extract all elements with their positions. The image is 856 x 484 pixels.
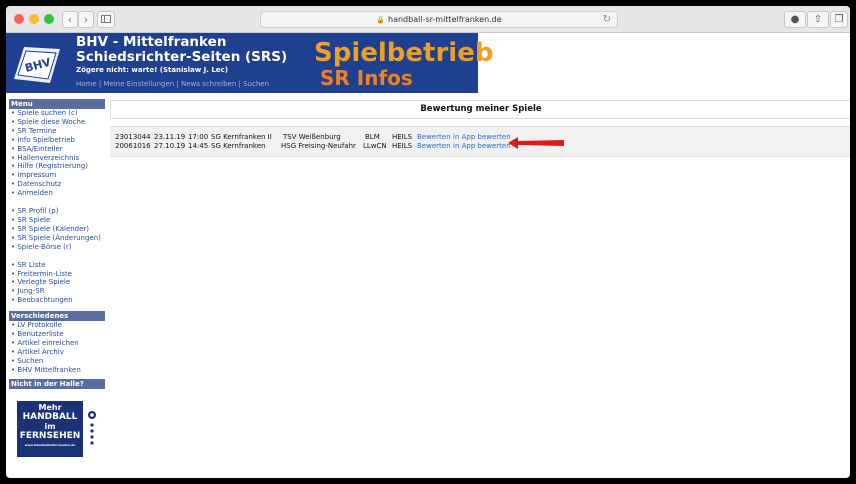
- sidebar-icon: [101, 15, 111, 23]
- promo-line3: im: [44, 421, 56, 431]
- tabs-button[interactable]: ❐: [830, 11, 848, 28]
- sidebar-item-spiele-boerse[interactable]: • Spiele-Börse (r): [9, 243, 105, 252]
- sidebar-item-verlegte-spiele[interactable]: • Verlegte Spiele: [9, 278, 105, 287]
- ball-icon: [88, 410, 96, 445]
- game-date: 27.10.19: [154, 142, 186, 150]
- sidebar-item-benutzerliste[interactable]: • Benutzerliste: [9, 330, 105, 339]
- site-title-line2: Schiedsrichter-Seiten (SRS): [76, 49, 288, 65]
- sidebar-item-artikel-archiv[interactable]: • Artikel Archiv: [9, 348, 105, 357]
- in-app-bewerten-link[interactable]: in App bewerten: [453, 142, 511, 151]
- share-button[interactable]: ⇧: [807, 11, 829, 28]
- nav-news-schreiben[interactable]: News schreiben: [181, 80, 236, 88]
- promo-line1: Mehr: [38, 402, 62, 412]
- tabs-icon: ❐: [834, 14, 844, 25]
- promo-line2: HANDBALL: [22, 411, 78, 422]
- sidebar-item-spiele-diese-woche[interactable]: • Spiele diese Woche: [9, 118, 105, 127]
- promo-box: Mehr HANDBALL im FERNSEHEN www.handballi…: [17, 400, 83, 457]
- sidebar-heading-promo: Nicht in der Halle?: [9, 378, 105, 389]
- sidebar-item-sr-spiele[interactable]: • SR Spiele: [9, 216, 105, 225]
- top-navigation: Home | Meine Einstellungen | News schrei…: [76, 80, 269, 88]
- sidebar-item-hallenverzeichnis[interactable]: • Hallenverzeichnis: [9, 154, 105, 163]
- download-icon: ●: [790, 14, 800, 25]
- back-button[interactable]: ‹: [62, 11, 78, 28]
- promo-line4: FERNSEHEN: [19, 430, 81, 441]
- sidebar-item-hilfe[interactable]: • Hilfe (Registrierung): [9, 162, 105, 171]
- header-banner: BHV BHV - Mittelfranken Schiedsrichter-S…: [6, 33, 493, 93]
- away-team: TSV Weißenburg: [283, 133, 341, 141]
- nav-separator: |: [176, 80, 179, 88]
- banner-sr-infos: SR Infos: [320, 66, 413, 90]
- minimize-window-button[interactable]: [29, 14, 39, 24]
- browser-toolbar: ‹ › 🔒 handball-sr-mittelfranken.de ↻ ● ⇧ …: [6, 6, 850, 33]
- annotation-arrow-icon: [508, 137, 564, 149]
- chevron-left-icon: ‹: [67, 13, 73, 26]
- sidebar-item-jung-sr[interactable]: • Jung-SR: [9, 287, 105, 296]
- sidebar-item-sr-liste[interactable]: • SR Liste: [9, 261, 105, 270]
- page-title: Bewertung meiner Spiele: [110, 100, 850, 119]
- browser-window: ‹ › 🔒 handball-sr-mittelfranken.de ↻ ● ⇧ …: [6, 6, 850, 478]
- sidebar-heading-verschiedenes: Verschiedenes: [9, 311, 105, 322]
- sidebar-item-suchen[interactable]: • Suchen: [9, 357, 105, 366]
- sidebar-item-spiele-suchen[interactable]: • Spiele suchen (c): [9, 109, 105, 118]
- sidebar-item-impressum[interactable]: • Impressum: [9, 171, 105, 180]
- game-number: 23013044: [115, 133, 151, 141]
- referee: HEILS: [392, 133, 413, 141]
- bewerten-link[interactable]: Bewerten: [417, 133, 451, 142]
- nav-separator: |: [98, 80, 102, 88]
- close-window-button[interactable]: [14, 14, 24, 24]
- site-slogan: Zögere nicht: warte! (Stanislaw J. Lec): [76, 66, 228, 74]
- sidebar-item-lv-protokolle[interactable]: • LV Protokolle: [9, 321, 105, 330]
- bewerten-link[interactable]: Bewerten: [417, 142, 451, 151]
- sidebar-item-sr-termine[interactable]: • SR Termine: [9, 127, 105, 136]
- sidebar-item-beobachtungen[interactable]: • Beobachtungen: [9, 296, 105, 305]
- tv-promo-banner[interactable]: Mehr HANDBALL im FERNSEHEN www.handballi…: [9, 390, 105, 461]
- nav-meine-einstellungen[interactable]: Meine Einstellungen: [104, 80, 175, 88]
- sidebar-item-sr-profil[interactable]: • SR Profil (p): [9, 207, 105, 216]
- address-bar[interactable]: 🔒 handball-sr-mittelfranken.de ↻: [260, 11, 618, 28]
- bhv-logo: BHV: [14, 47, 60, 83]
- sidebar-heading-menu: Menu: [9, 99, 105, 109]
- nav-suchen[interactable]: Suchen: [243, 80, 269, 88]
- game-date: 23.11.19: [154, 133, 186, 141]
- sidebar-item-freitermin-liste[interactable]: • Freitermin-Liste: [9, 270, 105, 279]
- sidebar-toggle-button[interactable]: [97, 11, 115, 28]
- away-team: HSG Freising-Neufahr: [281, 142, 356, 150]
- sidebar-item-datenschutz[interactable]: • Datenschutz: [9, 180, 105, 189]
- downloads-button[interactable]: ●: [784, 11, 806, 28]
- sidebar-item-info-spielbetrieb[interactable]: • Info Spielbetrieb: [9, 136, 105, 145]
- league: LLwCN: [363, 142, 387, 150]
- game-time: 17:00: [188, 133, 209, 141]
- site-header: BHV BHV - Mittelfranken Schiedsrichter-S…: [6, 33, 850, 93]
- game-number: 20061016: [115, 142, 151, 150]
- referee: HEILS: [392, 142, 413, 150]
- reload-icon[interactable]: ↻: [603, 12, 611, 27]
- in-app-bewerten-link[interactable]: in App bewerten: [453, 133, 511, 142]
- games-table: 23013044 23.11.19 17:00 SG Kernfranken I…: [110, 126, 850, 157]
- sidebar-item-sr-spiele-aenderungen[interactable]: • SR Spiele (Änderungen): [9, 234, 105, 243]
- sidebar-item-anmelden[interactable]: • Anmelden: [9, 189, 105, 198]
- nav-separator: |: [238, 80, 241, 88]
- site-title-line1: BHV - Mittelfranken: [76, 34, 227, 50]
- league: BLM: [365, 133, 380, 141]
- forward-button[interactable]: ›: [78, 11, 94, 28]
- sidebar-item-bsa-einteiler[interactable]: • BSA/Einteiler: [9, 145, 105, 154]
- home-team: SG Kernfranken: [211, 142, 266, 150]
- sidebar-item-sr-spiele-kalender[interactable]: • SR Spiele (Kalender): [9, 225, 105, 234]
- nav-home[interactable]: Home: [76, 80, 97, 88]
- chevron-right-icon: ›: [83, 13, 89, 26]
- sidebar: Menu • Spiele suchen (c) • Spiele diese …: [9, 99, 105, 461]
- game-time: 14:45: [188, 142, 209, 150]
- home-team: SG Kernfranken II: [211, 133, 272, 141]
- zoom-window-button[interactable]: [44, 14, 54, 24]
- lock-icon: 🔒: [376, 16, 386, 24]
- url-text: handball-sr-mittelfranken.de: [388, 15, 502, 24]
- share-icon: ⇧: [813, 14, 823, 25]
- promo-url: www.handballimfernsehen.de: [24, 442, 76, 447]
- sidebar-item-bhv-mittelfranken[interactable]: • BHV Mittelfranken: [9, 366, 105, 375]
- banner-spielbetrieb: Spielbetrieb: [314, 38, 494, 68]
- sidebar-item-artikel-einreichen[interactable]: • Artikel einreichen: [9, 339, 105, 348]
